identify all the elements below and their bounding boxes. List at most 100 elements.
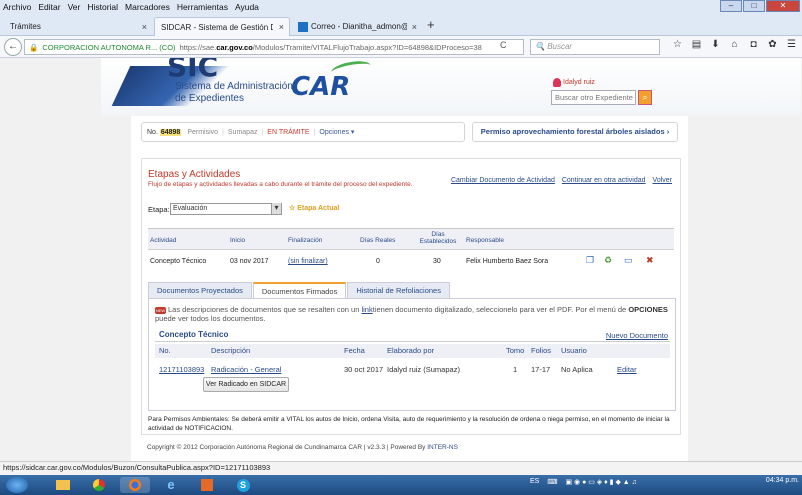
col-header-descripcion: Descripción bbox=[211, 346, 251, 355]
row-separator bbox=[148, 249, 674, 250]
tab-documentos-proyectados[interactable]: Documentos Proyectados bbox=[148, 282, 252, 298]
back-button[interactable]: ← bbox=[4, 38, 22, 56]
toolbar-icons: ☆ ▤ ⬇ ⌂ ◘ ✿ ☰ bbox=[668, 39, 801, 50]
menu-ayuda[interactable]: Ayuda bbox=[235, 2, 259, 12]
options-dropdown[interactable]: Opciones ▾ bbox=[319, 128, 354, 136]
site-identity: CORPORACION AUTONOMA R... (CO) bbox=[42, 42, 176, 52]
col-header-no: No. bbox=[159, 346, 171, 355]
section-title: Concepto Técnico bbox=[159, 330, 229, 339]
edit-document-link[interactable]: Editar bbox=[617, 365, 637, 374]
activity-responsible: Felix Humberto Baez Sora bbox=[466, 258, 549, 265]
comment-icon[interactable]: ▭ bbox=[624, 255, 633, 266]
clock-time: 04:34 p.m. bbox=[765, 477, 799, 484]
lock-icon: 🔒 bbox=[29, 42, 39, 52]
activity-start: 03 nov 2017 bbox=[230, 258, 269, 265]
col-header-folios: Folios bbox=[531, 346, 552, 355]
firefox-icon[interactable] bbox=[120, 477, 150, 493]
internet-explorer-icon[interactable]: e bbox=[156, 477, 186, 493]
col-header-usuario: Usuario bbox=[561, 346, 587, 355]
document-description-link[interactable]: Radicación - General bbox=[211, 365, 281, 374]
browser-tab-bar: Trámites × SIDCAR - Sistema de Gestión D… bbox=[0, 14, 802, 36]
reload-icon[interactable]: C bbox=[500, 40, 507, 50]
menu-herramientas[interactable]: Herramientas bbox=[177, 2, 228, 12]
menu-archivo[interactable]: Archivo bbox=[3, 2, 31, 12]
start-button-icon[interactable] bbox=[6, 477, 28, 493]
permit-footnote: Para Permisos Ambientales: Se deberá emi… bbox=[148, 416, 670, 432]
note-text: puede ver todos los documentos. bbox=[155, 314, 266, 323]
tab-label: SIDCAR - Sistema de Gestión Do bbox=[161, 22, 273, 32]
car-logo: CAR bbox=[291, 72, 351, 102]
close-tab-icon[interactable]: × bbox=[279, 22, 284, 32]
minimize-button[interactable]: – bbox=[720, 0, 742, 12]
menu-marcadores[interactable]: Marcadores bbox=[125, 2, 170, 12]
stage-select[interactable]: Evaluación bbox=[170, 203, 282, 215]
navigation-bar: ← 🔒 CORPORACION AUTONOMA R... (CO) https… bbox=[0, 36, 802, 58]
home-icon[interactable]: ⌂ bbox=[725, 39, 744, 50]
continue-activity-link[interactable]: Continuar en otra actividad bbox=[562, 177, 646, 184]
new-tab-button[interactable]: + bbox=[427, 17, 435, 32]
outlook-icon bbox=[298, 21, 308, 32]
delete-icon[interactable]: ✖ bbox=[646, 255, 654, 266]
panel-links: Cambiar Documento de Actividad Continuar… bbox=[444, 177, 672, 184]
col-header-dias-establecidos: Días Establecidos bbox=[419, 231, 457, 245]
view-radicado-button[interactable]: Ver Radicado en SIDCAR bbox=[203, 377, 289, 392]
download-icon[interactable]: ⬇ bbox=[706, 39, 725, 50]
tab-documentos-firmados[interactable]: Documentos Firmados bbox=[252, 282, 347, 298]
menu-icon[interactable]: ☰ bbox=[782, 39, 801, 50]
note-text: tienen documento digitalizado, seleccion… bbox=[372, 305, 629, 314]
activity-end-link[interactable]: (sin finalizar) bbox=[288, 258, 328, 265]
chrome-icon[interactable] bbox=[84, 477, 114, 493]
menu-editar[interactable]: Editar bbox=[38, 2, 60, 12]
maximize-button[interactable]: □ bbox=[743, 0, 765, 12]
menu-ver[interactable]: Ver bbox=[68, 2, 81, 12]
document-folios: 17-17 bbox=[531, 365, 551, 374]
document-author: Idalyd ruiz (Sumapaz) bbox=[387, 365, 460, 374]
process-title-link[interactable]: Permiso aprovechamiento forestal árboles… bbox=[472, 122, 678, 142]
browser-search-input[interactable]: 🔍 Buscar bbox=[530, 39, 660, 55]
url-bar[interactable]: 🔒 CORPORACION AUTONOMA R... (CO) https:/… bbox=[24, 39, 524, 55]
browser-tab-tramites[interactable]: Trámites × bbox=[4, 17, 152, 36]
col-header-finalizacion: Finalización bbox=[288, 237, 323, 244]
new-document-link[interactable]: Nuevo Documento bbox=[606, 331, 668, 340]
clock[interactable]: 04:34 p.m. bbox=[766, 477, 799, 485]
media-player-icon[interactable] bbox=[192, 477, 222, 493]
skype-icon[interactable]: S bbox=[228, 477, 258, 493]
powered-by-link[interactable]: INTER-NS bbox=[427, 444, 458, 451]
tab-label: Trámites bbox=[10, 22, 41, 31]
bookmarks-list-icon[interactable]: ▤ bbox=[687, 39, 706, 50]
search-placeholder: Buscar bbox=[547, 42, 573, 51]
documents-tab-content: NEW Las descripciones de documentos que s… bbox=[148, 298, 676, 411]
search-expediente-input[interactable]: Buscar otro Expediente bbox=[551, 90, 636, 105]
pocket-icon[interactable]: ◘ bbox=[744, 39, 763, 50]
change-document-link[interactable]: Cambiar Documento de Actividad bbox=[451, 177, 555, 184]
tab-label: Correo - Dianitha_admon@ bbox=[311, 22, 407, 31]
process-number: 64898 bbox=[159, 128, 182, 136]
process-status: EN TRÁMITE bbox=[267, 128, 310, 136]
close-window-button[interactable]: ✕ bbox=[766, 0, 800, 12]
file-explorer-icon[interactable] bbox=[48, 477, 78, 493]
url-prefix: https://sae. bbox=[179, 42, 217, 52]
panel-title: Etapas y Actividades bbox=[148, 169, 241, 180]
search-go-button[interactable]: ⌕ bbox=[638, 90, 652, 105]
bookmark-star-icon[interactable]: ☆ bbox=[668, 39, 687, 50]
browser-tab-correo[interactable]: Correo - Dianitha_admon@ × bbox=[292, 17, 422, 36]
browser-tab-sidcar[interactable]: SIDCAR - Sistema de Gestión Do × bbox=[154, 17, 290, 36]
refresh-icon[interactable]: ♻ bbox=[604, 255, 612, 266]
document-tabs: Documentos Proyectados Documentos Firmad… bbox=[148, 282, 451, 298]
document-number-link[interactable]: 12171103893 bbox=[159, 365, 204, 374]
panel-subtitle: Flujo de etapas y actividades llevadas a… bbox=[148, 181, 413, 188]
user-name[interactable]: Idalyd ruiz bbox=[563, 79, 595, 86]
col-header-inicio: Inicio bbox=[230, 237, 246, 244]
menu-historial[interactable]: Historial bbox=[87, 2, 118, 12]
tray-icons[interactable]: ▣ ◉ ● ▭ ◈ ♦ ▮ ◆ ▲ ♫ bbox=[565, 478, 636, 486]
extension-icon[interactable]: ✿ bbox=[763, 39, 782, 50]
close-tab-icon[interactable]: × bbox=[142, 22, 147, 32]
keyboard-icon[interactable]: ⌨ bbox=[547, 478, 557, 486]
copy-icon[interactable]: ❐ bbox=[586, 255, 594, 266]
close-tab-icon[interactable]: × bbox=[412, 22, 417, 32]
separator: | bbox=[261, 128, 264, 136]
language-indicator[interactable]: ES bbox=[530, 478, 539, 486]
tab-historial-refoliaciones[interactable]: Historial de Refoliaciones bbox=[347, 282, 450, 298]
process-region: Sumapaz bbox=[227, 128, 258, 136]
back-link[interactable]: Volver bbox=[653, 177, 672, 184]
